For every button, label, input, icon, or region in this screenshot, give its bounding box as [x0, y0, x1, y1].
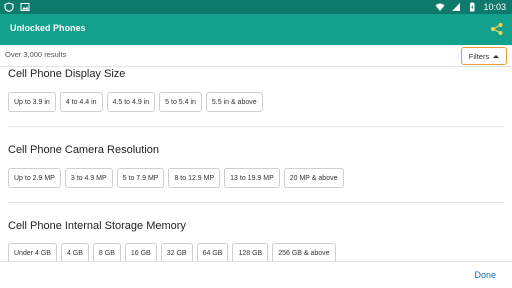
wifi-icon [435, 3, 445, 11]
chip-option[interactable]: 5.5 in & above [205, 92, 263, 112]
chip-option[interactable]: 32 GB [160, 243, 193, 261]
section-title: Cell Phone Display Size [8, 68, 126, 80]
chip-option[interactable]: 256 GB & above [272, 243, 336, 261]
results-count: Over 3,000 results [5, 50, 67, 59]
image-icon [20, 3, 30, 11]
section-title: Cell Phone Camera Resolution [8, 144, 160, 156]
chip-option[interactable]: 8 to 12.9 MP [168, 168, 221, 188]
chip-option[interactable]: 3 to 4.9 MP [64, 168, 113, 188]
chip-option[interactable]: Under 4 GB [8, 243, 57, 261]
chip-option[interactable]: Up to 2.9 MP [8, 168, 61, 188]
status-time: 10:03 [483, 2, 506, 12]
chip-option[interactable]: 64 GB [196, 243, 229, 261]
share-icon[interactable] [490, 22, 504, 36]
results-bar: Over 3,000 results Filters [0, 45, 512, 67]
bottom-bar: Done [0, 261, 512, 288]
chip-option[interactable]: 5 to 5.4 in [159, 92, 202, 112]
status-bar: 10:03 [0, 0, 512, 14]
signal-icon [452, 3, 461, 11]
battery-charging-icon [470, 2, 475, 12]
chip-option[interactable]: 4 to 4.4 in [59, 92, 103, 112]
done-button[interactable]: Done [474, 270, 496, 280]
chip-option[interactable]: 4 GB [60, 243, 89, 261]
section-title: Cell Phone Internal Storage Memory [8, 220, 186, 232]
section-display-size: Cell Phone Display Size Up to 3.9 in 4 t… [8, 68, 504, 112]
chip-option[interactable]: 4.5 to 4.9 in [106, 92, 156, 112]
chip-option[interactable]: Up to 3.9 in [8, 92, 56, 112]
chip-option[interactable]: 13 to 19.9 MP [224, 168, 280, 188]
app-bar: Unlocked Phones [0, 14, 512, 45]
chip-option[interactable]: 20 MP & above [283, 168, 344, 188]
filters-button[interactable]: Filters [461, 47, 507, 65]
filter-panel[interactable]: Cell Phone Display Size Up to 3.9 in 4 t… [0, 67, 512, 261]
chip-option[interactable]: 16 GB [124, 243, 157, 261]
chip-option[interactable]: 8 GB [92, 243, 121, 261]
divider [8, 202, 504, 203]
caret-up-icon [493, 54, 500, 58]
chip-option[interactable]: 5 to 7.9 MP [116, 168, 165, 188]
chip-option[interactable]: 128 GB [232, 243, 269, 261]
filters-label: Filters [468, 51, 490, 61]
page-title: Unlocked Phones [10, 23, 86, 33]
section-storage-memory: Cell Phone Internal Storage Memory Under… [8, 220, 504, 261]
divider [8, 126, 504, 127]
vpn-shield-icon [4, 2, 14, 12]
section-camera-resolution: Cell Phone Camera Resolution Up to 2.9 M… [8, 144, 504, 188]
